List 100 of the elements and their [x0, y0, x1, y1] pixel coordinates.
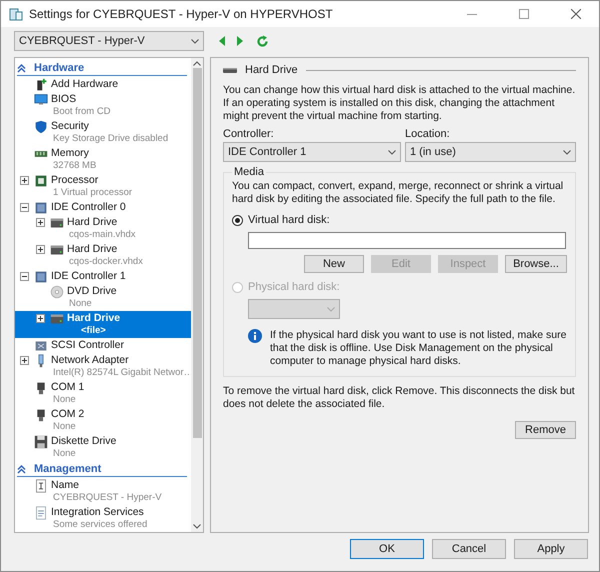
collapse-icon[interactable] — [20, 203, 29, 212]
item-label: Hard Drive — [67, 243, 118, 256]
path-input-field[interactable] — [248, 232, 566, 249]
expand-icon[interactable] — [20, 176, 29, 185]
item-label: Hard Drive — [67, 312, 120, 324]
path-button[interactable]: New — [304, 255, 364, 273]
expand-icon[interactable] — [36, 218, 45, 227]
controller-dropdown[interactable]: IDE Controller 1 — [223, 142, 401, 162]
remove-button[interactable]: Remove — [515, 421, 576, 439]
dialog-button[interactable]: Cancel — [432, 539, 506, 559]
chevron-down-icon — [327, 306, 335, 312]
hard-drive-icon — [223, 66, 237, 74]
tree-item[interactable]: BIOS Boot from CD — [15, 92, 191, 119]
expand-icon[interactable] — [20, 356, 29, 365]
scroll-up-icon[interactable] — [193, 61, 201, 66]
controller-card-icon — [34, 200, 48, 214]
tree-item[interactable]: Processor 1 Virtual processor — [15, 173, 191, 200]
section-title: Hardware — [34, 62, 84, 74]
window-title: Settings for CYEBRQUEST - Hyper-V on HYPERVHOST — [29, 7, 334, 21]
tree-item[interactable]: Add Hardware — [15, 77, 191, 92]
selected-tree-item[interactable]: Hard Drive <file> — [15, 311, 191, 338]
tree-item[interactable]: DVD Drive None — [15, 284, 191, 311]
collapse-chevrons-icon[interactable] — [17, 64, 26, 72]
text-cursor-icon — [34, 478, 48, 492]
item-label: Integration Services — [51, 506, 145, 518]
item-detail: None — [52, 420, 77, 433]
path-button[interactable]: Browse... — [505, 255, 567, 273]
item-detail: CYEBRQUEST - Hyper-V — [52, 492, 162, 504]
scrollbar[interactable] — [191, 58, 203, 532]
maximize-icon — [519, 9, 529, 19]
processor-icon — [34, 174, 48, 188]
item-label: COM 1 — [51, 381, 84, 394]
item-label: COM 2 — [51, 408, 84, 420]
item-detail: None — [52, 448, 77, 460]
tree-item[interactable]: SCSI Controller — [15, 338, 191, 353]
item-label: Diskette Drive — [51, 435, 116, 448]
disc-icon — [50, 284, 64, 298]
tree-item[interactable]: Memory 32768 MB — [15, 146, 191, 173]
group-title: Media — [233, 166, 265, 178]
item-label: DVD Drive — [67, 285, 117, 298]
item-label: Memory — [51, 147, 90, 160]
tree-item[interactable]: COM 2 None — [15, 407, 191, 434]
tree-item[interactable]: Security Key Storage Drive disabled — [15, 119, 191, 146]
item-label: Security — [51, 120, 90, 132]
document-icon — [34, 506, 48, 520]
tree-item[interactable]: Hard Drive cqos-docker.vhdx — [15, 242, 191, 269]
tree-item[interactable]: Name CYEBRQUEST - Hyper-V — [15, 478, 191, 505]
tree-item[interactable]: Hard Drive cqos-main.vhdx — [15, 215, 191, 242]
item-detail: cqos-main.vhdx — [68, 228, 136, 241]
expand-icon[interactable] — [36, 245, 45, 254]
tree-item[interactable]: Network Adapter Intel(R) 82574L Gigabit Networ… — [15, 353, 191, 380]
tree-item[interactable]: Diskette Drive None — [15, 434, 191, 461]
intro-text: You can change how this virtual hard disk is attached to the virtual machine. If an operating system is installed on this disk, changing the attachment might prevent the virtual machine from starting. — [223, 84, 576, 123]
hard-drive-icon — [50, 242, 64, 256]
vm-selector[interactable]: CYEBRQUEST - Hyper-V — [14, 31, 204, 51]
item-detail: Intel(R) 82574L Gigabit Networ… — [52, 366, 191, 379]
collapse-icon[interactable] — [20, 272, 29, 281]
controller-card-icon — [34, 338, 48, 352]
chevron-down-icon — [388, 150, 396, 154]
tree-item[interactable]: IDE Controller 1 — [15, 269, 191, 284]
scroll-down-icon[interactable] — [193, 524, 201, 529]
item-label: BIOS — [51, 93, 78, 106]
location-dropdown[interactable]: 1 (in use) — [405, 142, 576, 162]
chevron-down-icon — [191, 38, 199, 44]
item-label: SCSI Controller — [51, 339, 124, 352]
tree-item[interactable]: COM 1 None — [15, 380, 191, 407]
refresh-icon[interactable] — [256, 34, 269, 48]
item-detail: cqos-docker.vhdx — [68, 256, 143, 268]
item-label: Processor — [51, 174, 100, 186]
shield-icon — [34, 120, 48, 134]
radio-button[interactable] — [232, 214, 243, 226]
item-detail: <file> — [80, 324, 107, 337]
expand-icon[interactable] — [36, 314, 45, 323]
remove-text: To remove the virtual hard disk, click Remove. This disconnects the disk but does not delete the associated file. — [223, 385, 576, 411]
item-detail: None — [52, 394, 77, 406]
media-text: You can compact, convert, expand, merge, reconnect or shrink a virtual hard disk by editing the associated file. Specify the full path to the file. — [232, 180, 564, 206]
field-label: Controller: — [223, 128, 275, 140]
hard-drive-icon — [50, 312, 64, 326]
settings-window-icon — [9, 7, 23, 21]
group-title: Hard Drive — [245, 64, 298, 76]
chevron-down-icon — [563, 150, 571, 154]
monitor-icon — [34, 92, 48, 106]
controller-card-icon — [34, 270, 48, 284]
close-icon — [571, 9, 581, 19]
item-detail: Key Storage Drive disabled — [52, 132, 168, 145]
tree-item[interactable]: IDE Controller 0 — [15, 200, 191, 215]
radio-option[interactable]: Virtual hard disk: — [232, 214, 567, 226]
collapse-chevrons-icon[interactable] — [17, 464, 26, 474]
hard-drive-icon — [50, 216, 64, 230]
section-title: Management — [34, 463, 102, 475]
item-detail: 32768 MB — [52, 160, 96, 172]
dialog-button[interactable]: OK — [350, 539, 424, 559]
item-label: IDE Controller 1 — [51, 270, 126, 282]
item-detail: 1 Virtual processor — [52, 186, 132, 199]
dialog-button[interactable]: Apply — [514, 539, 588, 559]
item-label: Network Adapter — [51, 354, 130, 366]
item-label: Add Hardware — [51, 78, 118, 90]
info-icon — [248, 329, 262, 343]
tree-item[interactable]: Integration Services Some services offered — [15, 505, 191, 532]
info-text: If the physical hard disk you want to use is not listed, make sure that the disk is offline. Use Disk Management on the physical computer to manage physical hard disks. — [270, 329, 567, 368]
